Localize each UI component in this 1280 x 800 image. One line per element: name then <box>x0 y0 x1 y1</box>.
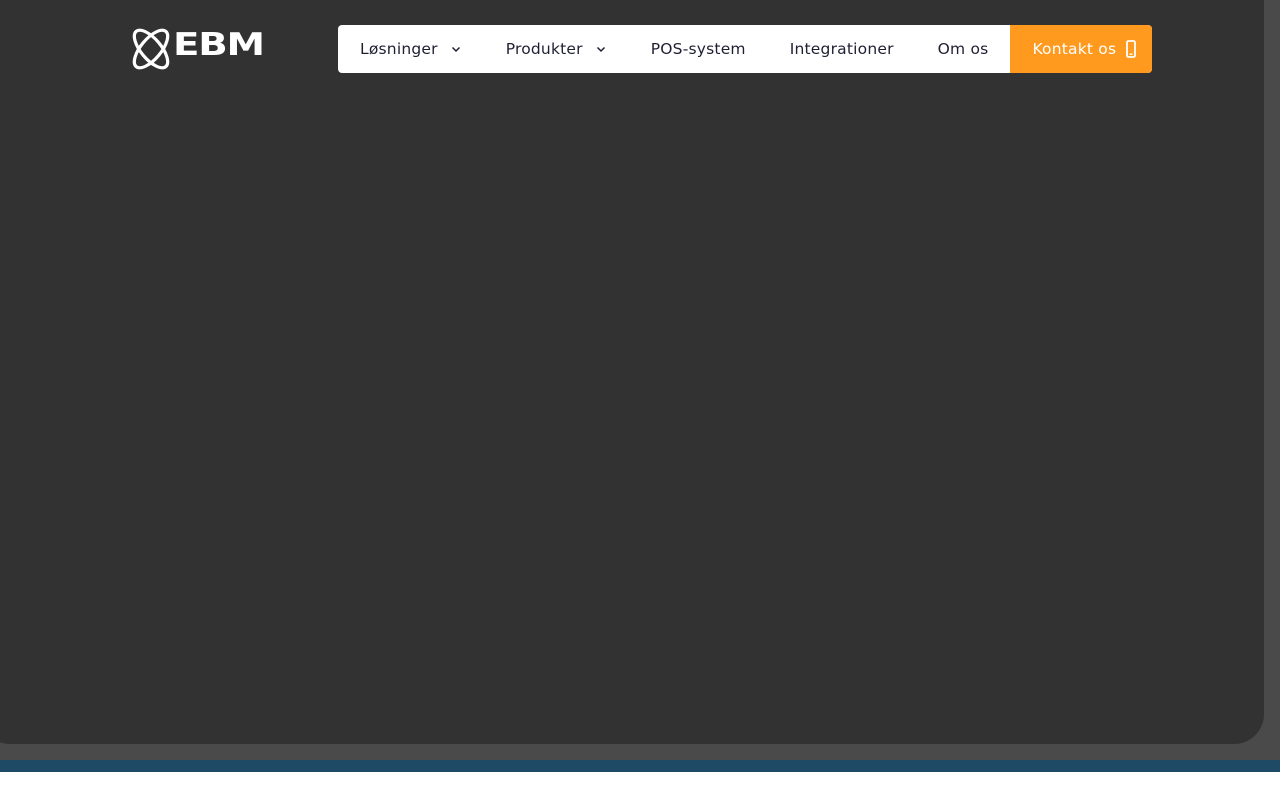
nav-item-label: Løsninger <box>360 40 438 58</box>
nav-item-produkter[interactable]: Produkter <box>484 25 629 73</box>
nav-item-losninger[interactable]: Løsninger <box>338 25 484 73</box>
atom-logo-icon <box>132 28 170 70</box>
footer-area <box>0 772 1280 800</box>
footer-band <box>0 760 1280 772</box>
chevron-down-icon <box>596 46 605 53</box>
page: EBM Løsninger Produkter POS-system Integ… <box>0 0 1280 800</box>
nav-item-om-os[interactable]: Om os <box>916 25 1011 73</box>
hero-section <box>0 0 1264 744</box>
chevron-down-icon <box>451 46 460 53</box>
contact-button-label: Kontakt os <box>1032 40 1117 58</box>
phone-icon <box>1126 40 1137 58</box>
main-nav: Løsninger Produkter POS-system Integrati… <box>338 25 1152 73</box>
site-header: EBM Løsninger Produkter POS-system Integ… <box>128 25 1152 73</box>
nav-item-label: POS-system <box>650 40 746 58</box>
nav-item-label: Om os <box>937 40 989 58</box>
logo-wordmark: EBM <box>173 27 265 63</box>
nav-item-label: Integrationer <box>789 40 894 58</box>
nav-item-label: Produkter <box>505 40 583 58</box>
nav-item-pos-system[interactable]: POS-system <box>629 25 768 73</box>
logo-link[interactable]: EBM <box>128 25 280 73</box>
nav-item-integrationer[interactable]: Integrationer <box>768 25 916 73</box>
contact-button[interactable]: Kontakt os <box>1010 25 1152 73</box>
